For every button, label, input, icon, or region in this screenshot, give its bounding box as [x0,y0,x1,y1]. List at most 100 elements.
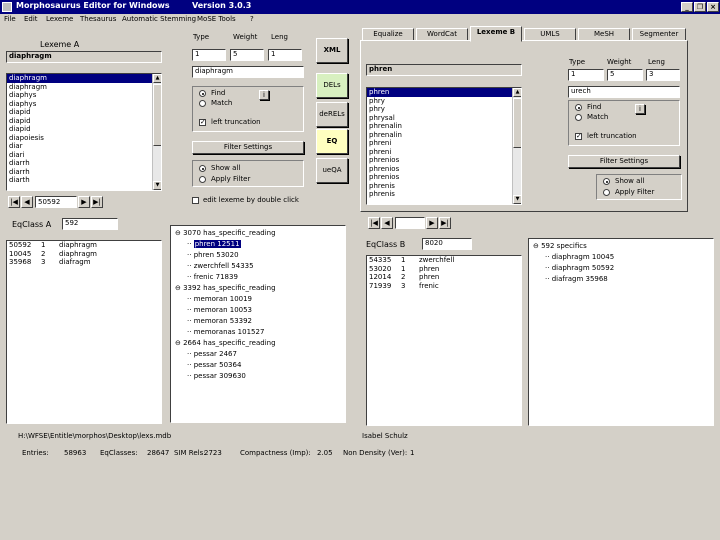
eq-button[interactable]: EQ [316,129,348,154]
list-item[interactable]: phrenalin [367,131,521,140]
match-radio[interactable] [199,100,206,107]
scroll-thumb[interactable] [513,98,521,148]
prev-record-icon[interactable]: ◀ [381,217,393,229]
list-item[interactable]: phrysal [367,114,521,123]
ueqa-button[interactable]: ueQA [316,158,348,183]
left-truncation-checkbox-b[interactable]: ✓ [575,133,582,140]
menu-edit[interactable]: Edit [24,15,38,23]
list-item[interactable]: diari [7,151,161,160]
lexeme-b-scrollbar[interactable]: ▲ ▼ [512,88,521,204]
list-item[interactable]: diaphragm [7,74,161,83]
show-all-radio-b[interactable] [603,178,610,185]
tree-node[interactable]: ·· frenic 71839 [175,272,345,283]
tree-node[interactable]: ·· pessar 309630 [175,371,345,382]
list-item[interactable]: phrenis [367,190,521,199]
tree-node[interactable]: ·· memoran 53392 [175,316,345,327]
next-record-icon[interactable]: ▶ [78,196,90,208]
lexeme-a-list[interactable]: diaphragm diaphragm diaphys diaphys diapid di… [6,73,162,191]
apply-filter-radio[interactable] [199,176,206,183]
first-record-icon[interactable]: |◀ [368,217,380,229]
table-row[interactable]: 35968 3 diafragm [7,258,161,267]
search-word-field[interactable]: diaphragm [192,66,304,78]
list-item[interactable]: phry [367,105,521,114]
weight-field[interactable]: 5 [230,49,264,61]
scroll-up-icon[interactable]: ▲ [513,88,521,97]
scroll-thumb[interactable] [153,84,161,146]
list-item[interactable]: phreni [367,148,521,157]
menu-help[interactable]: ? [250,15,254,23]
close-button[interactable]: × [707,2,719,12]
list-item[interactable]: diapid [7,125,161,134]
menu-file[interactable]: File [4,15,16,23]
collapse-icon[interactable]: ⊖ [175,339,183,347]
list-item[interactable]: phren [367,88,521,97]
list-item[interactable]: diaphragm [7,83,161,92]
tree-node[interactable]: ⊖ 592 specifics [533,241,713,252]
list-item[interactable]: diaphys [7,100,161,109]
table-row[interactable]: 50592 1 diaphragm [7,241,161,250]
filter-settings-button[interactable]: Filter Settings [192,141,304,154]
find-radio-b[interactable] [575,104,582,111]
list-item[interactable]: diarrh [7,159,161,168]
last-record-icon[interactable]: ▶| [439,217,451,229]
apply-filter-radio-b[interactable] [603,189,610,196]
filter-settings-button-b[interactable]: Filter Settings [568,155,680,168]
menu-automatic-stemming[interactable]: Automatic Stemming [122,15,196,23]
tree-node[interactable]: ·· pessar 50364 [175,360,345,371]
collapse-icon[interactable]: ⊖ [175,229,183,237]
tree-node[interactable]: ·· phren 53020 [175,250,345,261]
tree-node[interactable]: ⊖ 3070 has_specific_reading [175,228,345,239]
leng-field[interactable]: 1 [268,49,302,61]
next-record-icon[interactable]: ▶ [426,217,438,229]
record-number-field-b[interactable] [395,217,425,229]
tree-node[interactable]: ·· zwerchfell 54335 [175,261,345,272]
tree-node[interactable]: ·· memoranas 101527 [175,327,345,338]
list-item[interactable]: diapid [7,117,161,126]
tree-node[interactable]: ·· memoran 10053 [175,305,345,316]
tree-node[interactable]: ·· diaphragm 50592 [533,263,713,274]
last-record-icon[interactable]: ▶| [91,196,103,208]
info-button-b[interactable]: i [635,104,645,114]
eqclass-a-list[interactable]: 50592 1 diaphragm 10045 2 diaphragm 35968 3 diaf… [6,240,162,424]
type-field-b[interactable]: 1 [568,69,604,81]
table-row[interactable]: 54335 1 zwerchfell [367,256,521,265]
maximize-button[interactable]: ❐ [694,2,706,12]
tab-lexeme-b[interactable]: Lexeme B [470,26,522,42]
list-item[interactable]: phrenios [367,165,521,174]
menu-thesaurus[interactable]: Thesaurus [80,15,116,23]
list-item[interactable]: diarth [7,176,161,185]
menu-lexeme[interactable]: Lexeme [46,15,73,23]
specifics-tree[interactable]: ⊖ 592 specifics ·· diaphragm 10045 ·· diap… [528,238,714,426]
tree-node[interactable]: ·· memoran 10019 [175,294,345,305]
eqclass-b-field[interactable]: 8020 [422,238,472,250]
list-item[interactable]: phrenios [367,156,521,165]
list-item[interactable]: diapoiesis [7,134,161,143]
table-row[interactable]: 53020 1 phren [367,265,521,274]
left-truncation-checkbox[interactable]: ✓ [199,119,206,126]
find-radio[interactable] [199,90,206,97]
weight-field-b[interactable]: 5 [607,69,643,81]
list-item[interactable]: phrenios [367,173,521,182]
table-row[interactable]: 71939 3 frenic [367,282,521,291]
list-item[interactable]: phrenis [367,182,521,191]
list-item[interactable]: phreni [367,139,521,148]
list-item[interactable]: diapid [7,108,161,117]
list-item[interactable]: diaphys [7,91,161,100]
match-radio-b[interactable] [575,114,582,121]
lexeme-a-scrollbar[interactable]: ▲ ▼ [152,74,161,190]
edit-dblclick-checkbox[interactable] [192,197,199,204]
first-record-icon[interactable]: |◀ [8,196,20,208]
list-item[interactable]: diarrh [7,168,161,177]
table-row[interactable]: 12014 2 phren [367,273,521,282]
derels-button[interactable]: deRELs [316,102,348,127]
scroll-down-icon[interactable]: ▼ [513,195,521,204]
relations-tree[interactable]: ⊖ 3070 has_specific_reading ·· phren 1251… [170,225,346,423]
prev-record-icon[interactable]: ◀ [21,196,33,208]
tree-node[interactable]: ·· phren 12511 [175,239,345,250]
tree-node[interactable]: ⊖ 3392 has_specific_reading [175,283,345,294]
search-word-field-b[interactable]: urech [568,86,680,98]
list-item[interactable]: phry [367,97,521,106]
scroll-down-icon[interactable]: ▼ [153,181,161,190]
eqclass-b-list[interactable]: 54335 1 zwerchfell 53020 1 phren 12014 2 phren 71… [366,255,522,426]
app-icon[interactable] [2,2,12,12]
